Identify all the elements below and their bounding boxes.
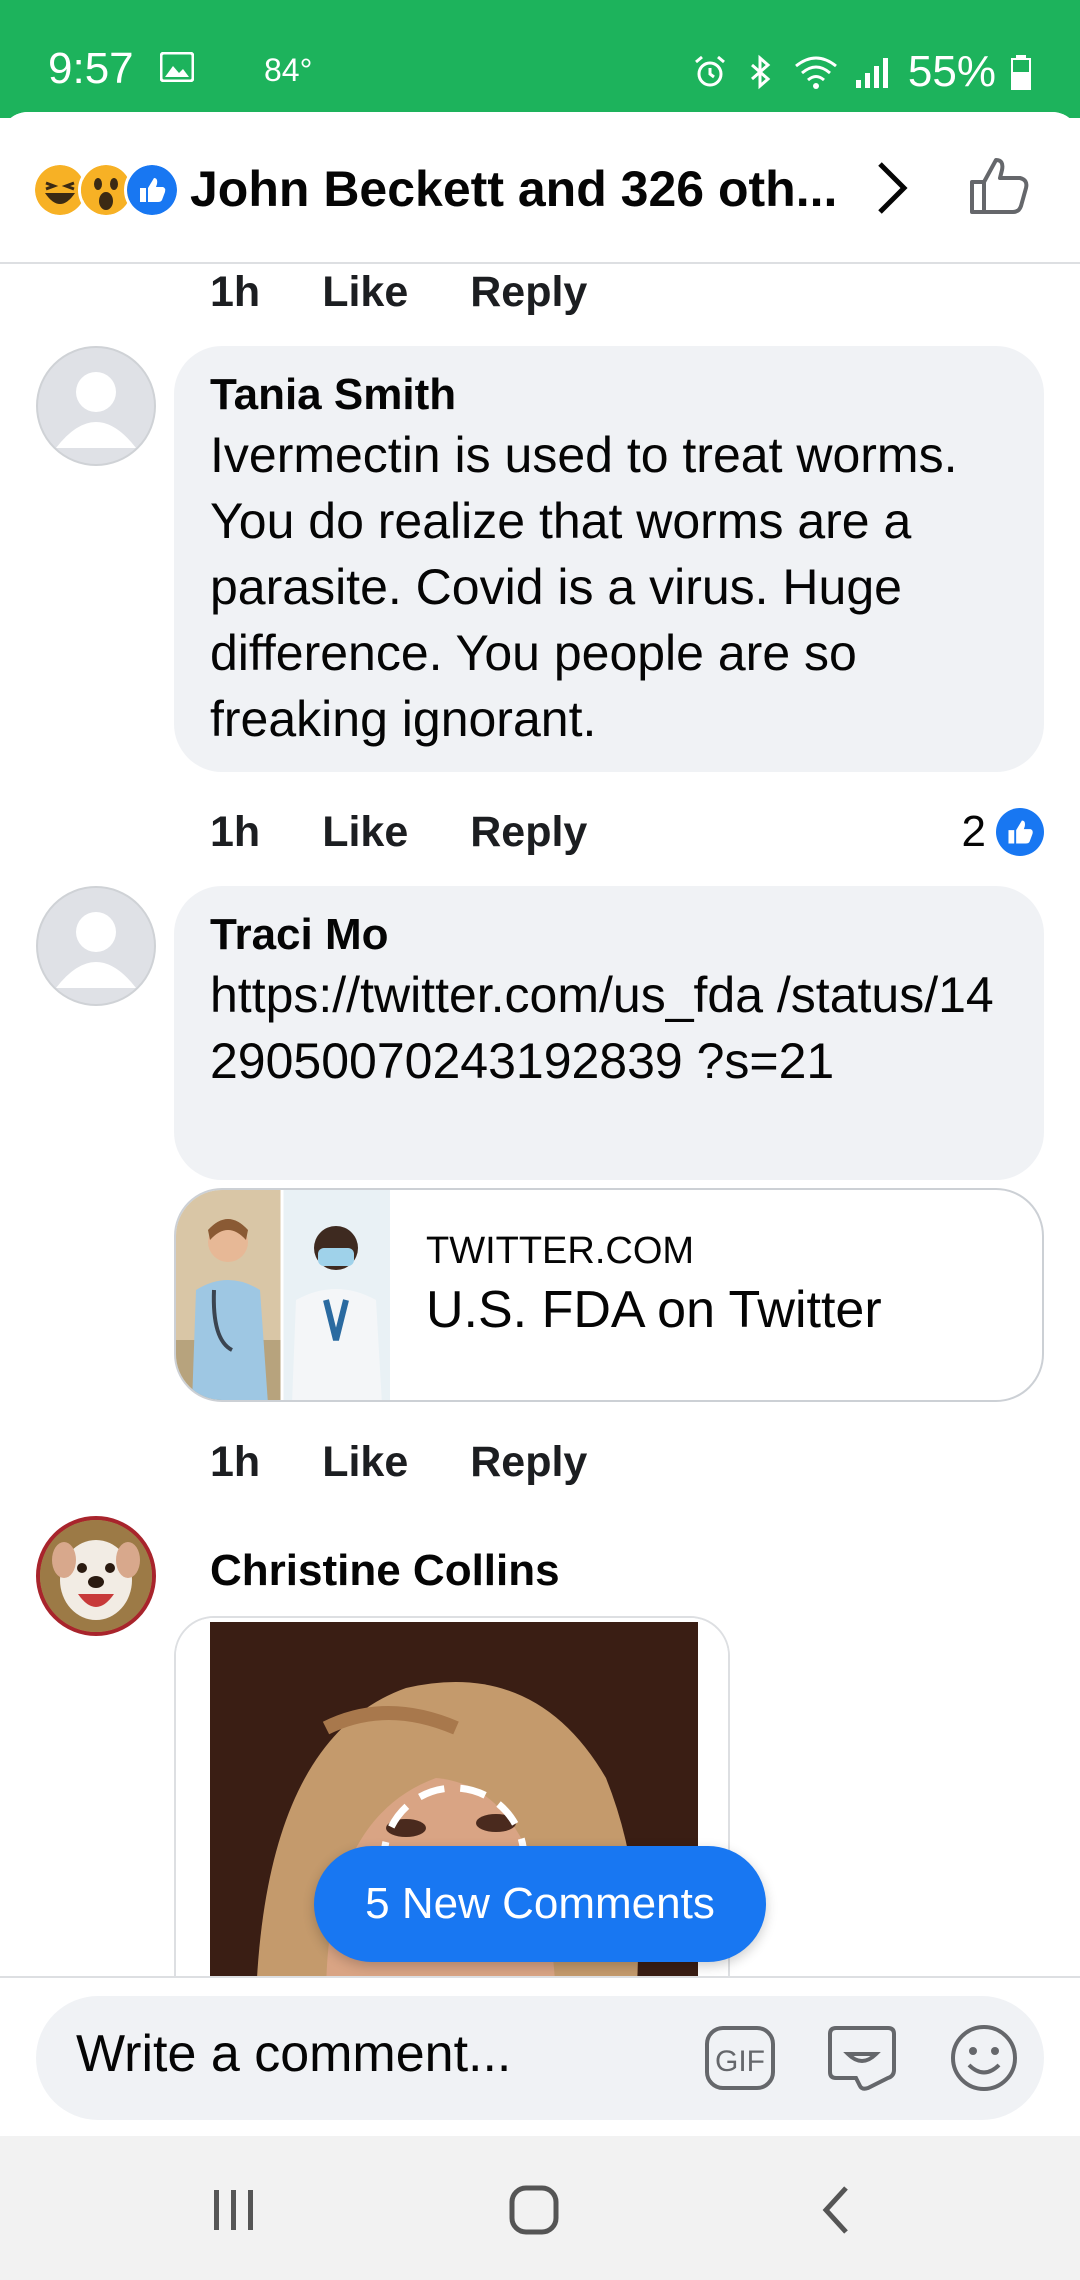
comment-author[interactable]: Tania Smith bbox=[210, 368, 1008, 422]
svg-text:GIF: GIF bbox=[715, 2045, 765, 2078]
like-icon[interactable] bbox=[968, 154, 1032, 218]
comment-actions: 1h Like Reply bbox=[210, 802, 587, 862]
comment-bubble[interactable]: Tania Smith Ivermectin is used to treat … bbox=[174, 346, 1044, 772]
reply-link[interactable]: Reply bbox=[470, 808, 587, 857]
default-avatar-icon bbox=[56, 912, 136, 988]
wifi-icon bbox=[794, 56, 837, 89]
comment-time: 1h bbox=[210, 1437, 261, 1486]
like-reaction-icon bbox=[124, 162, 180, 218]
like-reaction-icon bbox=[996, 808, 1044, 856]
sticker-icon[interactable] bbox=[826, 2022, 898, 2094]
reactions-title[interactable]: John Beckett and 326 oth... bbox=[190, 160, 837, 218]
like-link[interactable]: Like bbox=[322, 808, 408, 857]
signal-icon bbox=[855, 58, 888, 88]
status-time: 9:57 bbox=[48, 44, 134, 93]
avatar[interactable] bbox=[36, 1516, 156, 1636]
comment-bubble[interactable]: Traci Mo https://twitter.com/us_fda /sta… bbox=[174, 886, 1044, 1180]
comment-text: Ivermectin is used to treat worms. You d… bbox=[210, 427, 958, 747]
comment-actions: 1h Like Reply bbox=[210, 1432, 587, 1492]
battery-percentage: 55% bbox=[907, 47, 996, 96]
avatar[interactable] bbox=[36, 886, 156, 1006]
reaction-count-value: 2 bbox=[961, 807, 986, 856]
comments-sheet: John Beckett and 326 oth... 1h Like Repl… bbox=[0, 112, 1080, 2136]
link-preview-card[interactable]: TWITTER.COM U.S. FDA on Twitter bbox=[174, 1188, 1044, 1402]
home-icon[interactable] bbox=[504, 2180, 564, 2240]
default-avatar-icon bbox=[56, 372, 136, 448]
link-domain: TWITTER.COM bbox=[426, 1230, 695, 1272]
battery-icon bbox=[1011, 55, 1031, 90]
link-thumbnail-image bbox=[176, 1190, 390, 1400]
link-title: U.S. FDA on Twitter bbox=[426, 1281, 882, 1339]
comment-author[interactable]: Christine Collins bbox=[210, 1544, 560, 1598]
status-bar: 9:57 84° 55% bbox=[0, 0, 1080, 118]
reaction-summary[interactable] bbox=[32, 162, 182, 218]
back-icon[interactable] bbox=[808, 2180, 868, 2240]
comment-reaction-count[interactable]: 2 bbox=[962, 802, 1044, 862]
reply-link[interactable]: Reply bbox=[470, 1438, 587, 1487]
gallery-icon bbox=[160, 52, 194, 82]
avatar-dog-image bbox=[40, 1520, 152, 1632]
like-link[interactable]: Like bbox=[322, 268, 408, 317]
gif-icon[interactable]: GIF bbox=[704, 2022, 776, 2094]
comment-author[interactable]: Traci Mo bbox=[210, 908, 1008, 962]
recent-apps-icon[interactable] bbox=[204, 2180, 264, 2240]
comment-actions: 1h Like Reply bbox=[210, 262, 587, 322]
chevron-right-icon[interactable] bbox=[872, 160, 912, 216]
comment-composer: Write a comment... GIF bbox=[0, 1976, 1080, 2136]
android-navigation-bar bbox=[0, 2136, 1080, 2280]
comment-time: 1h bbox=[210, 267, 261, 316]
bluetooth-icon bbox=[750, 54, 771, 90]
new-comments-button[interactable]: 5 New Comments bbox=[314, 1846, 766, 1962]
comment-time: 1h bbox=[210, 807, 261, 856]
like-link[interactable]: Like bbox=[322, 1438, 408, 1487]
avatar[interactable] bbox=[36, 346, 156, 466]
reply-link[interactable]: Reply bbox=[470, 268, 587, 317]
alarm-icon bbox=[694, 55, 725, 87]
comment-link-text[interactable]: https://twitter.com/us_fda /status/14290… bbox=[210, 962, 1008, 1094]
reactions-header[interactable]: John Beckett and 326 oth... bbox=[0, 112, 1080, 264]
comment-input[interactable]: Write a comment... bbox=[76, 2024, 511, 2084]
emoji-icon[interactable] bbox=[948, 2022, 1020, 2094]
status-temperature: 84° bbox=[264, 52, 313, 88]
comment-input-container[interactable]: Write a comment... GIF bbox=[36, 1996, 1044, 2120]
